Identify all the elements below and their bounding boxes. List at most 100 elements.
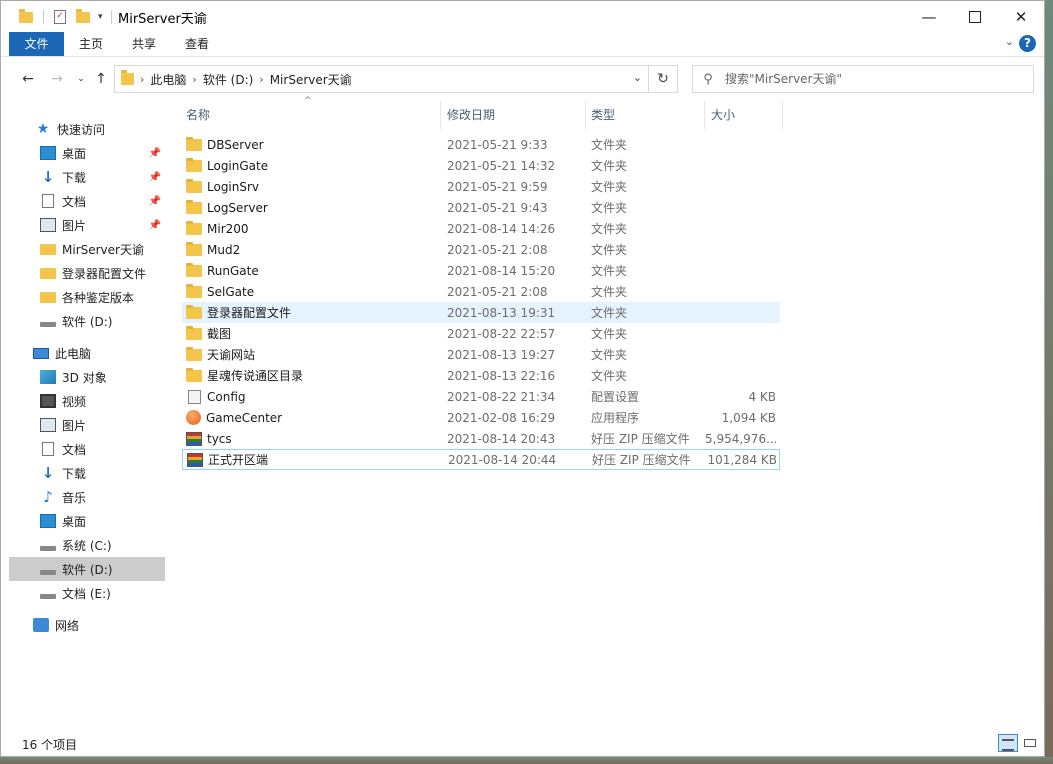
sidebar-item-drive-d-quick[interactable]: 软件 (D:) xyxy=(9,309,165,333)
file-type: 文件夹 xyxy=(591,180,628,194)
sidebar-item-quick-access[interactable]: ★ 快速访问 xyxy=(9,117,165,141)
search-input[interactable] xyxy=(723,71,1017,87)
file-row[interactable]: tycs 2021-08-14 20:43 好压 ZIP 压缩文件 5,954,976… xyxy=(182,428,780,449)
file-row[interactable]: SelGate 2021-05-21 2:08 文件夹 xyxy=(182,281,780,302)
close-button[interactable]: ✕ xyxy=(998,1,1044,32)
file-date: 2021-08-14 14:26 xyxy=(447,221,556,236)
back-button[interactable]: ← xyxy=(18,69,38,89)
column-header-date[interactable]: 修改日期 xyxy=(443,101,585,129)
large-icons-view-button[interactable] xyxy=(1020,734,1040,752)
tab-home[interactable]: 主页 xyxy=(69,32,113,56)
file-row[interactable]: 星魂传说通区目录 2021-08-13 22:16 文件夹 xyxy=(182,365,780,386)
file-name-cell: DBServer xyxy=(186,137,264,152)
sidebar-item-videos[interactable]: 视频 xyxy=(9,389,165,413)
file-row[interactable]: 登录器配置文件 2021-08-13 19:31 文件夹 xyxy=(182,302,780,323)
sidebar-item-label: 文档 (E:) xyxy=(62,586,111,601)
file-type: 文件夹 xyxy=(591,201,628,215)
file-date: 2021-02-08 16:29 xyxy=(447,410,556,425)
sidebar-item-pictures-pc[interactable]: 图片 xyxy=(9,413,165,437)
sidebar-item-desktop[interactable]: 桌面 📌 xyxy=(9,141,165,165)
file-row[interactable]: 截图 2021-08-22 22:57 文件夹 xyxy=(182,323,780,344)
sidebar-item-versions[interactable]: 各种鉴定版本 xyxy=(9,285,165,309)
file-row[interactable]: Config 2021-08-22 21:34 配置设置 4 KB xyxy=(182,386,780,407)
details-view-button[interactable] xyxy=(998,734,1018,752)
search-box[interactable]: ⚲ xyxy=(692,65,1034,93)
pin-icon: 📌 xyxy=(148,219,161,231)
file-name: LoginSrv xyxy=(207,179,260,194)
tab-share[interactable]: 共享 xyxy=(122,32,166,56)
file-row[interactable]: GameCenter 2021-02-08 16:29 应用程序 1,094 KB xyxy=(182,407,780,428)
file-row[interactable]: 正式开区端 2021-08-14 20:44 好压 ZIP 压缩文件 101,284 … xyxy=(182,449,780,470)
breadcrumb-current-folder[interactable]: MirServer天谕 xyxy=(264,71,358,88)
minimize-button[interactable]: — xyxy=(906,1,952,32)
breadcrumb-this-pc[interactable]: 此电脑 xyxy=(144,71,192,88)
file-row[interactable]: DBServer 2021-05-21 9:33 文件夹 xyxy=(182,134,780,155)
sidebar-item-downloads-pc[interactable]: ↓ 下载 xyxy=(9,461,165,485)
quick-access-toolbar: ✓ ▾ xyxy=(19,8,112,26)
sidebar-item-documents[interactable]: 文档 📌 xyxy=(9,189,165,213)
column-divider[interactable] xyxy=(440,101,441,129)
folder-icon xyxy=(186,284,202,298)
maximize-button[interactable] xyxy=(952,1,998,32)
computer-icon xyxy=(33,347,49,359)
sidebar-item-label: 此电脑 xyxy=(55,346,92,361)
chevron-down-icon[interactable]: ⌄ xyxy=(633,71,642,84)
file-row[interactable]: LoginSrv 2021-05-21 9:59 文件夹 xyxy=(182,176,780,197)
sidebar-item-mirserver[interactable]: MirServer天谕 xyxy=(9,237,165,261)
file-date: 2021-08-13 19:27 xyxy=(447,347,556,362)
file-row[interactable]: LoginGate 2021-05-21 14:32 文件夹 xyxy=(182,155,780,176)
sidebar-item-drive-e[interactable]: 文档 (E:) xyxy=(9,581,165,605)
sidebar-item-drive-d[interactable]: 软件 (D:) xyxy=(9,557,165,581)
recent-locations-button[interactable]: ⌄ xyxy=(71,69,91,89)
qa-separator xyxy=(43,10,44,24)
file-name: SelGate xyxy=(207,284,255,299)
file-name-cell: tycs xyxy=(186,431,232,446)
sidebar-item-label: MirServer天谕 xyxy=(62,242,144,257)
help-icon[interactable]: ? xyxy=(1019,35,1036,52)
up-button[interactable]: ↑ xyxy=(91,69,111,89)
file-row[interactable]: RunGate 2021-08-14 15:20 文件夹 xyxy=(182,260,780,281)
sidebar-item-3d-objects[interactable]: 3D 对象 xyxy=(9,365,165,389)
file-type: 配置设置 xyxy=(591,390,640,404)
new-folder-icon[interactable] xyxy=(76,8,90,23)
breadcrumb-drive-d[interactable]: 软件 (D:) xyxy=(197,71,259,88)
config-icon xyxy=(188,389,201,404)
column-header-type[interactable]: 类型 xyxy=(587,101,704,129)
sidebar-item-label: 图片 xyxy=(62,418,87,433)
sidebar-item-desktop-pc[interactable]: 桌面 xyxy=(9,509,165,533)
sidebar-item-pictures[interactable]: 图片 📌 xyxy=(9,213,165,237)
refresh-button[interactable]: ↻ xyxy=(649,65,678,93)
column-divider[interactable] xyxy=(782,101,783,129)
file-type: 文件夹 xyxy=(591,327,628,341)
file-name: 截图 xyxy=(207,327,232,341)
column-divider[interactable] xyxy=(704,101,705,129)
expand-ribbon-icon[interactable]: ⌄ xyxy=(1005,35,1014,48)
file-row[interactable]: Mir200 2021-08-14 14:26 文件夹 xyxy=(182,218,780,239)
up-arrow-icon: ↑ xyxy=(95,71,107,87)
sidebar-item-documents-pc[interactable]: 文档 xyxy=(9,437,165,461)
sidebar-item-launcher-config[interactable]: 登录器配置文件 xyxy=(9,261,165,285)
sidebar-item-this-pc[interactable]: 此电脑 xyxy=(9,341,165,365)
address-bar[interactable]: › 此电脑 › 软件 (D:) › MirServer天谕 ⌄ xyxy=(114,65,649,93)
file-name: 天谕网站 xyxy=(207,348,256,362)
file-type: 文件夹 xyxy=(591,138,628,152)
folder-icon xyxy=(186,221,202,235)
column-header-name[interactable]: 名称 xyxy=(182,101,440,129)
sidebar-item-label: 图片 xyxy=(62,218,87,233)
file-type: 文件夹 xyxy=(591,369,628,383)
column-divider[interactable] xyxy=(585,101,586,129)
forward-button[interactable]: → xyxy=(47,69,67,89)
column-header-size[interactable]: 大小 xyxy=(707,101,782,129)
sidebar-item-music[interactable]: ♪ 音乐 xyxy=(9,485,165,509)
file-row[interactable]: LogServer 2021-05-21 9:43 文件夹 xyxy=(182,197,780,218)
tab-file[interactable]: 文件 xyxy=(9,32,64,56)
qa-separator xyxy=(110,10,112,24)
file-row[interactable]: 天谕网站 2021-08-13 19:27 文件夹 xyxy=(182,344,780,365)
sidebar-item-downloads[interactable]: ↓ 下载 📌 xyxy=(9,165,165,189)
customize-qa-icon[interactable]: ▾ xyxy=(98,12,103,22)
sidebar-item-drive-c[interactable]: 系统 (C:) xyxy=(9,533,165,557)
sidebar-item-network[interactable]: 网络 xyxy=(9,613,165,637)
file-row[interactable]: Mud2 2021-05-21 2:08 文件夹 xyxy=(182,239,780,260)
properties-icon[interactable]: ✓ xyxy=(54,10,66,24)
tab-view[interactable]: 查看 xyxy=(175,32,219,56)
